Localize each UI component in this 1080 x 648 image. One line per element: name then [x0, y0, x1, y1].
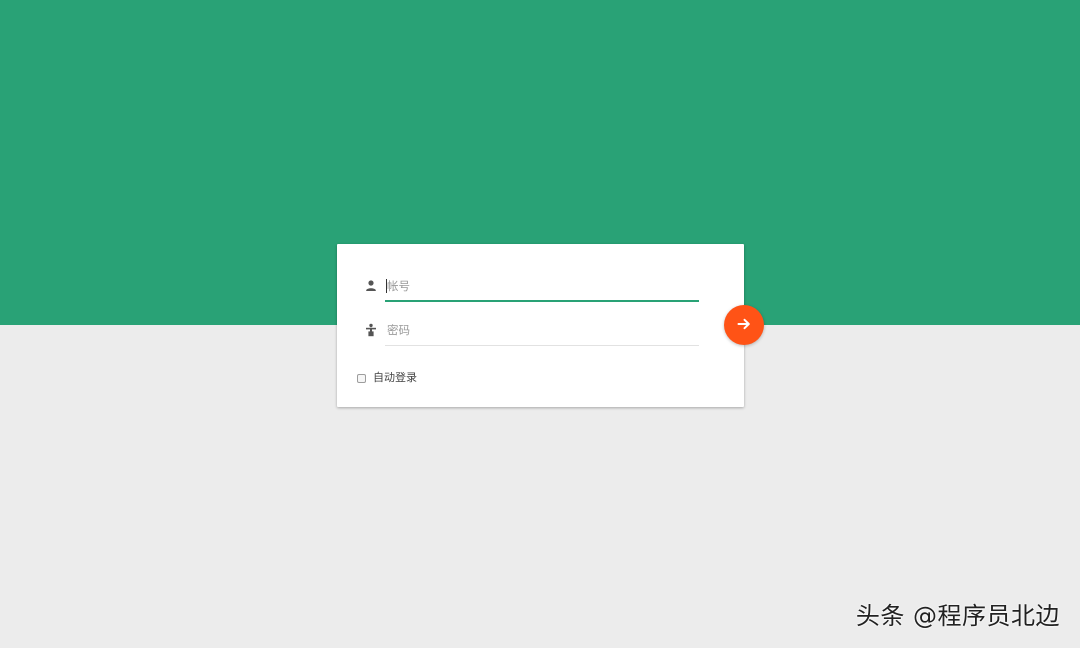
watermark-text: 头条 @程序员北边: [855, 602, 1060, 630]
password-field[interactable]: [365, 316, 699, 346]
auto-login-checkbox[interactable]: [357, 373, 366, 383]
auto-login-label: 自动登录: [373, 371, 417, 384]
password-input[interactable]: [385, 316, 699, 344]
account-underline: [385, 300, 699, 302]
login-card: 自动登录: [337, 244, 744, 407]
text-caret: [386, 279, 387, 293]
account-field[interactable]: [365, 272, 699, 302]
auto-login-option[interactable]: 自动登录: [357, 371, 417, 385]
account-input[interactable]: [385, 272, 699, 300]
key-icon: [365, 322, 377, 337]
login-submit-button[interactable]: [724, 305, 764, 345]
password-underline: [385, 345, 699, 346]
user-icon: [365, 278, 377, 292]
arrow-right-icon: [737, 316, 751, 335]
